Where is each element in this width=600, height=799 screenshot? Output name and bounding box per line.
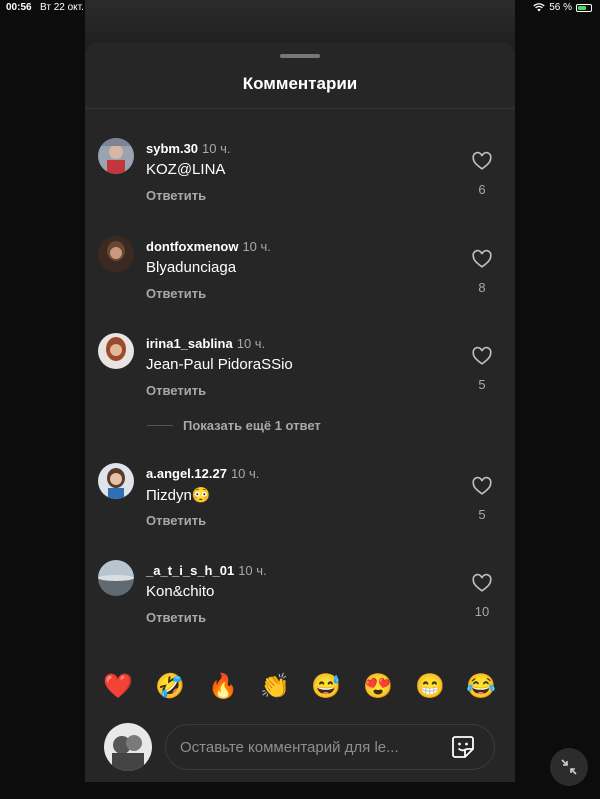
like-count: 10 xyxy=(474,604,490,619)
comment-input[interactable]: Оставьте комментарий для le... xyxy=(165,724,495,770)
reply-button[interactable]: Ответить xyxy=(146,188,206,203)
like-count: 5 xyxy=(478,507,486,522)
reply-button[interactable]: Ответить xyxy=(146,513,206,528)
emoji-fire[interactable]: 🔥 xyxy=(206,670,240,704)
reply-button[interactable]: Ответить xyxy=(146,286,206,301)
emoji-heart[interactable]: ❤️ xyxy=(101,670,135,704)
status-date: Вт 22 окт. xyxy=(40,2,84,13)
comment-time: 10 ч. xyxy=(236,336,266,351)
comment-header: dontfoxmenow 10 ч. xyxy=(146,239,271,254)
emoji-heart-eyes[interactable]: 😍 xyxy=(361,670,395,704)
comment-time: 10 ч. xyxy=(238,563,267,578)
comment-header: sybm.30 10 ч. xyxy=(146,141,231,156)
comment-text: Пizdyn😳 xyxy=(146,487,211,504)
heart-outline-icon[interactable] xyxy=(471,150,493,172)
comment: sybm.30 10 ч. KOZ@LINA Ответить 6 xyxy=(85,138,515,228)
like-count: 5 xyxy=(478,377,486,392)
comment-header: _a_t_i_s_h_01 10 ч. xyxy=(146,563,267,578)
comment-username[interactable]: _a_t_i_s_h_01 xyxy=(146,563,234,578)
emoji-rofl[interactable]: 🤣 xyxy=(153,670,187,704)
heart-outline-icon[interactable] xyxy=(471,572,493,594)
status-right: 56 % xyxy=(533,2,592,13)
sheet-grabber[interactable] xyxy=(280,54,320,58)
avatar[interactable] xyxy=(98,236,134,272)
comment: irina1_sablina 10 ч. Jean-Paul PidoraSSio… xyxy=(85,333,515,423)
emoji-grin[interactable]: 😁 xyxy=(413,670,447,704)
collapse-button[interactable] xyxy=(550,748,588,786)
comment-time: 10 ч. xyxy=(202,141,231,156)
comment-text: Blyadunciaga xyxy=(146,259,237,276)
comment: _a_t_i_s_h_01 10 ч. Kon&chito Ответить 10 xyxy=(85,560,515,650)
comment-header: irina1_sablina 10 ч. xyxy=(146,336,265,351)
comment-time: 10 ч. xyxy=(230,466,260,481)
comment-input-placeholder: Оставьте комментарий для le... xyxy=(180,739,399,756)
comment-time: 10 ч. xyxy=(242,239,271,254)
battery-fill xyxy=(578,5,586,10)
comment: a.angel.12.27 10 ч. Пizdyn😳 Ответить 5 xyxy=(85,463,515,553)
more-replies-line xyxy=(147,424,173,426)
heart-outline-icon[interactable] xyxy=(471,475,493,497)
emoji-clap[interactable]: 👏 xyxy=(258,670,292,704)
sheet-title: Комментарии xyxy=(242,74,358,93)
reply-button[interactable]: Ответить xyxy=(146,610,206,625)
more-replies-label: Показать ещё 1 ответ xyxy=(183,417,321,433)
comment-text: KOZ@LINA xyxy=(146,161,226,178)
reply-button[interactable]: Ответить xyxy=(146,383,206,398)
battery-charging-icon xyxy=(576,3,592,12)
avatar[interactable] xyxy=(98,138,134,174)
avatar[interactable] xyxy=(98,463,134,499)
avatar[interactable] xyxy=(98,560,134,596)
like-count: 6 xyxy=(478,182,486,197)
emoji-sweat-smile[interactable]: 😅 xyxy=(309,670,343,704)
comment-username[interactable]: irina1_sablina xyxy=(146,336,233,351)
comment-composer: Оставьте комментарий для le... xyxy=(85,720,515,780)
avatar[interactable] xyxy=(98,333,134,369)
divider xyxy=(85,108,515,109)
user-avatar[interactable] xyxy=(104,723,152,771)
comment: dontfoxmenow 10 ч. Blyadunciaga Ответить … xyxy=(85,236,515,326)
comments-sheet: Комментарии sybm.30 10 ч. KOZ@LINA Ответи… xyxy=(85,42,515,782)
emoji-joy[interactable]: 😂 xyxy=(464,670,498,704)
heart-outline-icon[interactable] xyxy=(471,248,493,270)
comment-header: a.angel.12.27 10 ч. xyxy=(146,466,259,481)
emoji-bar: ❤️ 🤣 🔥 👏 😅 😍 😁 😂 xyxy=(85,670,515,706)
comment-username[interactable]: sybm.30 xyxy=(146,141,198,156)
wifi-icon xyxy=(533,3,545,12)
heart-outline-icon[interactable] xyxy=(471,345,493,367)
comment-text: Kon&chito xyxy=(146,583,215,600)
like-count: 8 xyxy=(478,280,486,295)
status-time: 00:56 xyxy=(6,2,32,13)
comment-text: Jean-Paul PidoraSSio xyxy=(146,356,293,373)
comment-username[interactable]: dontfoxmenow xyxy=(146,239,238,254)
sticker-icon[interactable] xyxy=(450,734,476,760)
comment-username[interactable]: a.angel.12.27 xyxy=(146,466,227,481)
battery-percent: 56 % xyxy=(549,2,572,13)
status-bar: 00:56 Вт 22 окт. 56 % xyxy=(0,0,600,16)
collapse-arrows-icon xyxy=(561,759,577,775)
show-more-replies-button[interactable]: Показать ещё 1 ответ xyxy=(147,417,321,433)
